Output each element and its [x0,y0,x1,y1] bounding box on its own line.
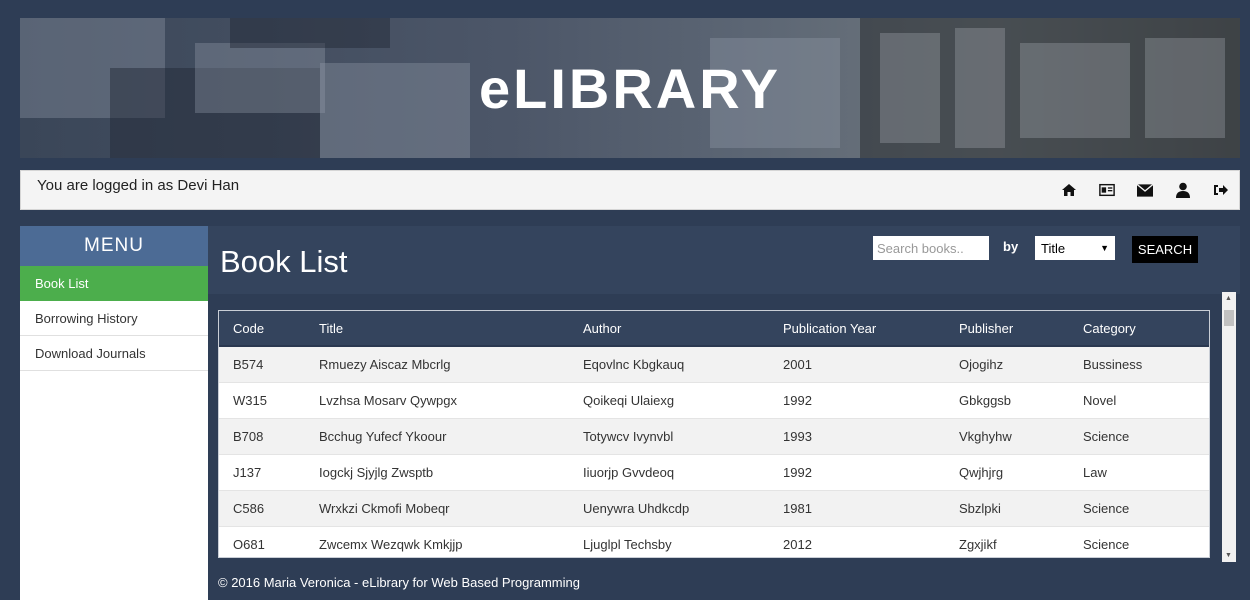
cell-category: Bussiness [1069,346,1209,383]
site-title: eLIBRARY [479,56,781,120]
table-row[interactable]: B574 Rmuezy Aiscaz Mbcrlg Eqovlnc Kbgkau… [219,346,1209,383]
cell-year: 1981 [769,490,945,527]
cell-category: Novel [1069,382,1209,419]
id-card-icon[interactable] [1099,182,1115,198]
cell-publisher: Gbkggsb [945,382,1069,419]
main-content: Book List by Title ▼ SEARCH Code Title A… [208,226,1240,600]
cell-code: B574 [219,346,305,383]
search-input[interactable] [873,236,989,260]
cell-publisher: Vkghyhw [945,418,1069,455]
cell-code: W315 [219,382,305,419]
table-header-row: Code Title Author Publication Year Publi… [219,311,1209,347]
cell-year: 1992 [769,454,945,491]
cell-code: C586 [219,490,305,527]
scrollbar-thumb[interactable] [1224,310,1234,326]
cell-category: Law [1069,454,1209,491]
cell-code: B708 [219,418,305,455]
cell-year: 2001 [769,346,945,383]
content-header: Book List by Title ▼ SEARCH [208,226,1240,294]
cell-author: Ljuglpl Techsby [569,526,769,557]
cell-title: Zwcemx Wezqwk Kmkjjp [305,526,569,557]
cell-code: O681 [219,526,305,557]
cell-author: Iiuorjp Gvvdeoq [569,454,769,491]
sidebar-item-download-journals[interactable]: Download Journals [20,336,208,371]
search-by-label: by [1003,239,1019,254]
footer-text: © 2016 Maria Veronica - eLibrary for Web… [218,575,580,590]
column-header-publisher[interactable]: Publisher [945,311,1069,347]
sidebar-item-book-list[interactable]: Book List [20,266,208,301]
search-button[interactable]: SEARCH [1132,236,1198,263]
cell-author: Qoikeqi Ulaiexg [569,382,769,419]
cell-title: Iogckj Sjyjlg Zwsptb [305,454,569,491]
book-table: Code Title Author Publication Year Publi… [218,310,1210,558]
table-row[interactable]: J137 Iogckj Sjyjlg Zwsptb Iiuorjp Gvvdeo… [219,454,1209,491]
cell-year: 1992 [769,382,945,419]
cell-code: J137 [219,454,305,491]
cell-title: Rmuezy Aiscaz Mbcrlg [305,346,569,383]
cell-publisher: Zgxjikf [945,526,1069,557]
cell-publisher: Ojogihz [945,346,1069,383]
table-row[interactable]: O681 Zwcemx Wezqwk Kmkjjp Ljuglpl Techsb… [219,526,1209,557]
cell-year: 1993 [769,418,945,455]
user-icon[interactable] [1175,182,1191,198]
column-header-title[interactable]: Title [305,311,569,347]
search-by-selected: Title [1041,240,1066,256]
cell-publisher: Sbzlpki [945,490,1069,527]
table-row[interactable]: W315 Lvzhsa Mosarv Qywpgx Qoikeqi Ulaiex… [219,382,1209,419]
cell-author: Totywcv Ivynvbl [569,418,769,455]
user-bar: You are logged in as Devi Han [20,170,1240,210]
page-title: Book List [220,244,348,279]
chevron-down-icon: ▼ [1100,243,1109,253]
header-banner: eLIBRARY [20,18,1240,158]
cell-title: Wrxkzi Ckmofi Mobeqr [305,490,569,527]
cell-author: Uenywra Uhdkcdp [569,490,769,527]
scroll-up-icon[interactable]: ▲ [1225,295,1232,302]
column-header-publication-year[interactable]: Publication Year [769,311,945,347]
logged-in-text: You are logged in as Devi Han [37,177,240,194]
cell-year: 2012 [769,526,945,557]
column-header-category[interactable]: Category [1069,311,1209,347]
home-icon[interactable] [1061,182,1077,198]
cell-category: Science [1069,490,1209,527]
cell-publisher: Qwjhjrg [945,454,1069,491]
envelope-icon[interactable] [1137,182,1153,198]
cell-title: Bcchug Yufecf Ykoour [305,418,569,455]
cell-category: Science [1069,418,1209,455]
sidebar-item-borrowing-history[interactable]: Borrowing History [20,301,208,336]
search-by-select[interactable]: Title ▼ [1035,236,1115,260]
table-scrollbar[interactable]: ▲ ▼ [1222,292,1236,562]
sign-out-icon[interactable] [1213,182,1229,198]
column-header-code[interactable]: Code [219,311,305,347]
scroll-down-icon[interactable]: ▼ [1225,552,1232,559]
column-header-author[interactable]: Author [569,311,769,347]
menu-title: MENU [20,226,208,266]
sidebar-menu: MENU Book List Borrowing History Downloa… [20,226,208,600]
table-row[interactable]: C586 Wrxkzi Ckmofi Mobeqr Uenywra Uhdkcd… [219,490,1209,527]
user-actions [1061,182,1229,198]
table-row[interactable]: B708 Bcchug Yufecf Ykoour Totywcv Ivynvb… [219,418,1209,455]
cell-category: Science [1069,526,1209,557]
cell-author: Eqovlnc Kbgkauq [569,346,769,383]
cell-title: Lvzhsa Mosarv Qywpgx [305,382,569,419]
